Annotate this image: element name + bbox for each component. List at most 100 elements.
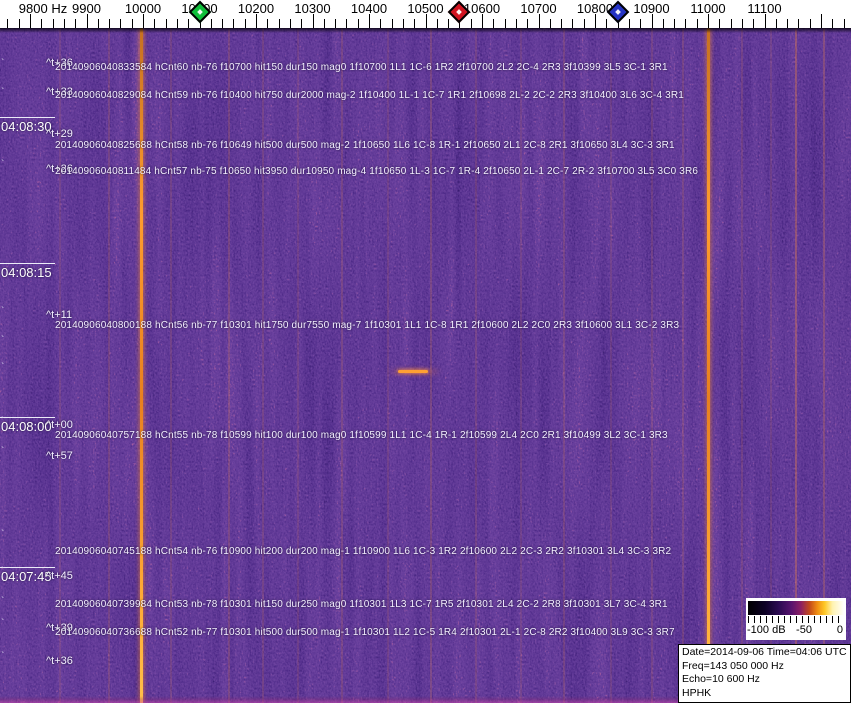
left-edge-tick: `: [1, 618, 5, 629]
ruler-tick: [504, 19, 506, 28]
ruler-tick: [832, 19, 834, 28]
ruler-tick: [787, 19, 789, 28]
freq-label: 9800 Hz: [18, 1, 68, 16]
time-label: 04:08:15: [0, 263, 55, 280]
ruler-tick: [527, 19, 529, 28]
event-data-line: 20140906040833584 hCnt60 nb-76 f10700 hi…: [55, 62, 668, 73]
ruler-tick: [323, 19, 325, 28]
ruler-tick: [86, 14, 88, 28]
ruler-tick: [52, 19, 54, 28]
event-time-marker: ^t+45: [46, 570, 73, 582]
ruler-tick: [425, 14, 427, 28]
ruler-tick: [75, 19, 77, 28]
ruler-tick: [515, 19, 517, 28]
ruler-tick: [222, 19, 224, 28]
ruler-tick: [708, 14, 709, 28]
ruler-tick: [448, 19, 450, 28]
event-data-line: 20140906040736688 hCnt52 nb-77 f10301 hi…: [55, 627, 675, 638]
spectrogram-top-shade: [0, 28, 851, 33]
ruler-tick: [244, 19, 246, 28]
ruler-tick: [391, 19, 393, 28]
db-color-scale: -100 dB -50 0: [746, 598, 846, 640]
noise-stripe: [741, 28, 743, 703]
ruler-tick: [301, 19, 303, 28]
left-edge-tick: `: [1, 87, 5, 98]
ruler-tick: [719, 19, 721, 28]
ruler-tick: [821, 14, 822, 28]
event-data-line: 20140906040811484 hCnt57 nb-75 f10650 hi…: [55, 166, 699, 177]
ruler-tick: [561, 19, 563, 28]
color-gradient-bar: [748, 601, 844, 615]
freq-label: 10700: [520, 1, 557, 16]
ruler-tick: [482, 14, 483, 28]
left-edge-tick: `: [1, 416, 5, 427]
left-edge-tick: `: [1, 446, 5, 457]
ruler-tick: [628, 19, 630, 28]
ruler-tick: [775, 19, 777, 28]
ruler-tick: [402, 19, 404, 28]
event-data-line: 20140906040739984 hCnt53 nb-78 f10301 hi…: [55, 599, 668, 610]
event-data-line: 20140906040800188 hCnt56 nb-77 f10301 hi…: [55, 320, 680, 331]
left-edge-tick: `: [1, 335, 5, 346]
freq-label: 9900: [72, 1, 101, 16]
noise-stripe: [682, 28, 684, 703]
event-data-line: 20140906040745188 hCnt54 nb-76 f10900 hi…: [55, 546, 672, 557]
ruler-tick: [493, 19, 495, 28]
status-info-box: Date=2014-09-06 Time=04:06 UTC Freq=143 …: [678, 644, 851, 703]
ruler-tick: [143, 14, 144, 28]
left-edge-tick: `: [1, 566, 5, 577]
ruler-tick: [595, 14, 596, 28]
ruler-tick: [583, 19, 585, 28]
ruler-tick: [414, 19, 416, 28]
ruler-tick: [131, 19, 133, 28]
spectrogram-app-window: 9800 Hz990010000101001020010300104001050…: [0, 0, 851, 703]
info-frequency: Freq=143 050 000 Hz: [682, 659, 784, 672]
event-time-marker: ^t+57: [46, 450, 73, 462]
ruler-tick: [572, 19, 574, 28]
ruler-tick: [109, 19, 111, 28]
left-edge-tick: `: [1, 124, 5, 135]
db-label-mid: -50: [796, 624, 812, 636]
ruler-tick: [538, 14, 540, 28]
db-scale-ticks: [748, 616, 844, 623]
ruler-tick: [278, 19, 280, 28]
event-time-marker: ^t+29: [46, 128, 73, 140]
ruler-tick: [798, 19, 800, 28]
ruler-tick: [120, 19, 122, 28]
ruler-tick: [662, 19, 664, 28]
db-label-max: 0: [836, 624, 843, 636]
freq-label: 10600: [463, 1, 501, 16]
ruler-tick: [436, 19, 438, 28]
ruler-tick: [369, 14, 370, 28]
ruler-tick: [165, 19, 167, 28]
ruler-tick: [289, 19, 291, 28]
ruler-tick: [18, 19, 20, 28]
ruler-tick: [30, 14, 31, 28]
ruler-tick: [335, 19, 337, 28]
left-edge-tick: `: [1, 362, 5, 373]
info-station: HPHK: [682, 686, 712, 699]
ruler-tick: [843, 19, 845, 28]
ruler-tick: [357, 19, 359, 28]
ruler-tick: [606, 19, 608, 28]
left-edge-tick: `: [1, 596, 5, 607]
ruler-tick: [188, 19, 190, 28]
ruler-tick: [256, 14, 257, 28]
left-edge-tick: `: [1, 651, 5, 662]
event-data-line: 20140906040757188 hCnt55 nb-78 f10599 hi…: [55, 430, 668, 441]
ruler-tick: [267, 19, 269, 28]
ruler-tick: [346, 19, 348, 28]
info-echo: Echo=10 600 Hz: [682, 673, 760, 685]
freq-label: 10900: [633, 1, 670, 16]
ruler-tick: [176, 19, 178, 28]
freq-label: 11100: [747, 1, 782, 16]
ruler-tick: [470, 19, 472, 28]
ruler-tick: [685, 19, 687, 28]
ruler-tick: [640, 19, 642, 28]
left-edge-tick: `: [1, 58, 5, 69]
freq-label: 10300: [294, 1, 331, 16]
freq-label: 10200: [237, 1, 275, 16]
ruler-tick: [97, 19, 99, 28]
ruler-tick: [696, 19, 698, 28]
freq-label: 10000: [124, 1, 162, 16]
